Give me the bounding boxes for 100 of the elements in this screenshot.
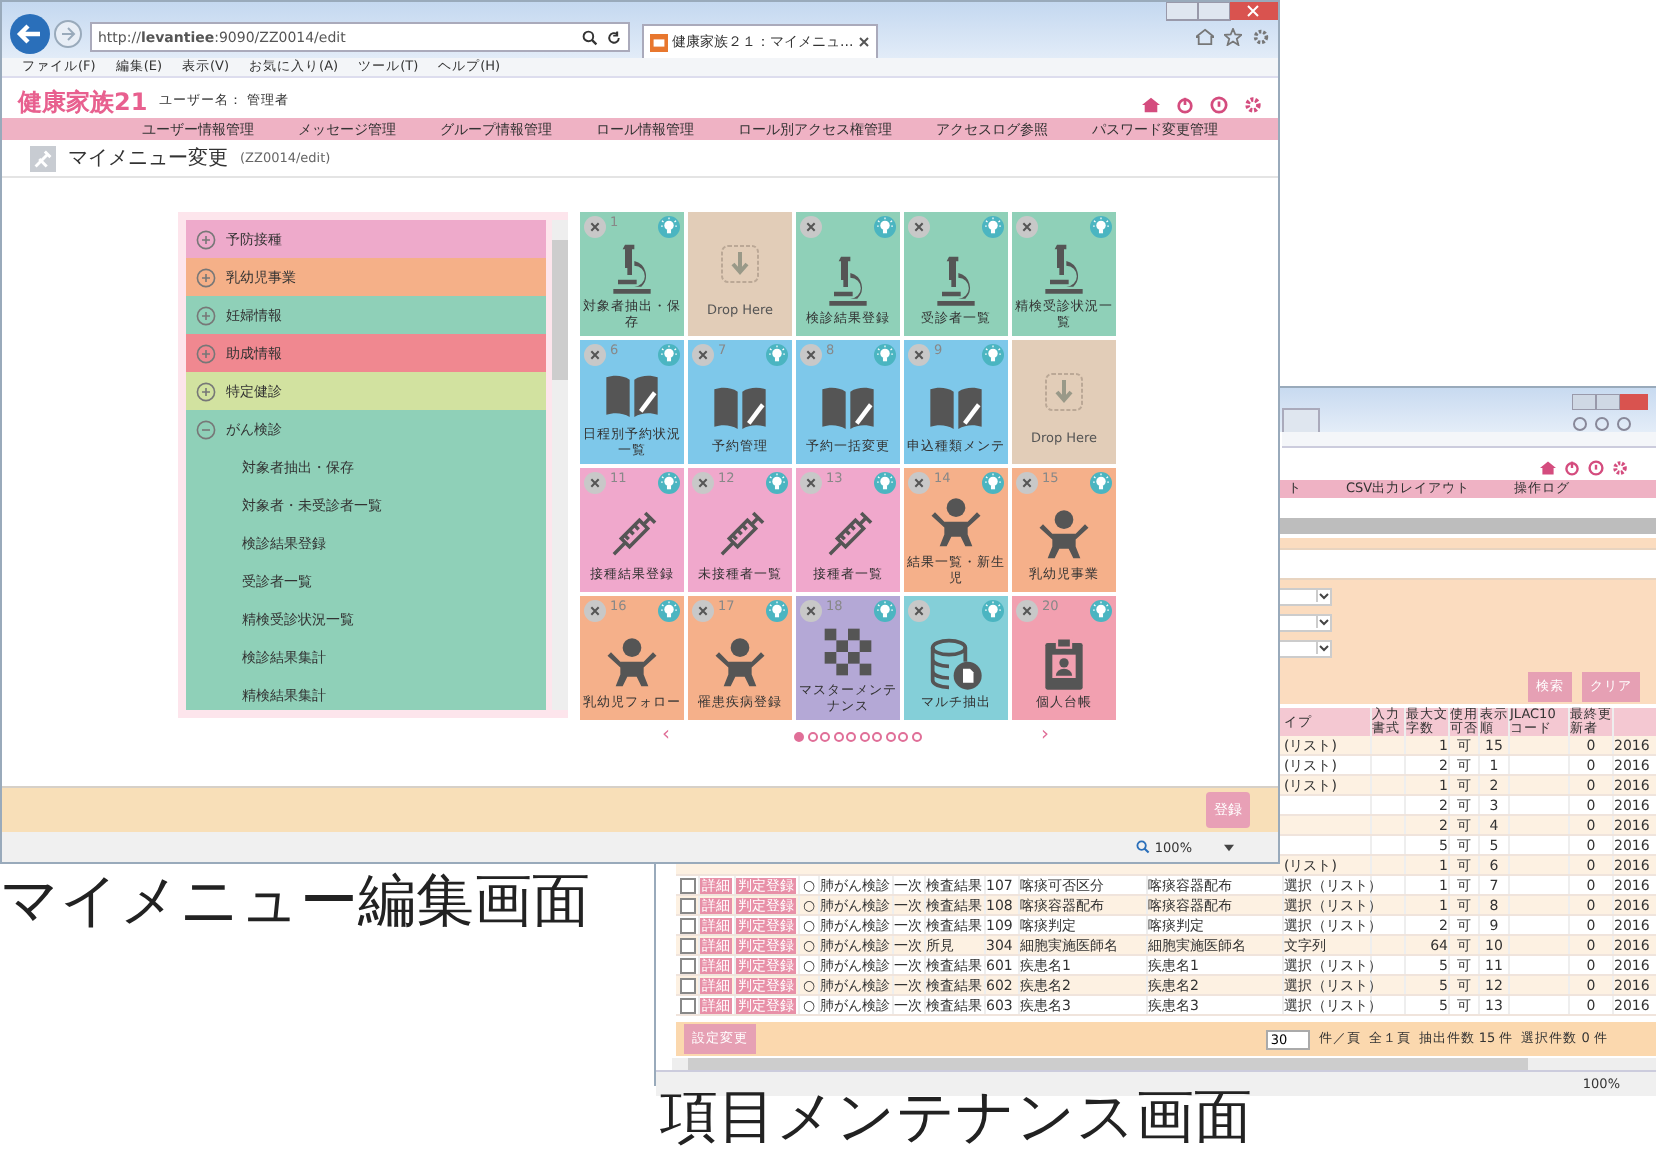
lightbulb-icon[interactable] — [874, 344, 896, 366]
remove-icon[interactable] — [584, 600, 606, 622]
remove-icon[interactable] — [584, 216, 606, 238]
caret-icon[interactable] — [1316, 616, 1330, 628]
remove-icon[interactable] — [908, 600, 930, 622]
expand-icon[interactable] — [196, 305, 216, 325]
database-icon — [928, 636, 984, 692]
settings-icon[interactable] — [1252, 28, 1270, 46]
star-icon[interactable] — [1224, 28, 1242, 46]
page-dot[interactable] — [911, 731, 921, 741]
lightbulb-icon[interactable] — [658, 344, 680, 366]
remove-icon[interactable] — [908, 216, 930, 238]
row-checkbox[interactable] — [679, 977, 695, 993]
remove-icon[interactable] — [584, 344, 606, 366]
dropdown-field[interactable] — [1276, 588, 1332, 606]
lightbulb-icon[interactable] — [658, 600, 680, 622]
forward-icon[interactable] — [54, 20, 82, 48]
remove-icon[interactable] — [1016, 600, 1038, 622]
help-icon[interactable] — [1588, 460, 1604, 476]
row-checkbox[interactable] — [679, 937, 695, 953]
remove-icon[interactable] — [800, 344, 822, 366]
search-icon[interactable] — [582, 29, 598, 45]
caption: マイメニュー編集画面 — [0, 872, 590, 930]
tools-icon — [30, 145, 56, 171]
remove-icon[interactable] — [692, 472, 714, 494]
lightbulb-icon[interactable] — [982, 344, 1004, 366]
caret-icon[interactable] — [1316, 642, 1330, 654]
dropdown-field[interactable] — [1276, 614, 1332, 632]
caret-icon[interactable] — [1224, 843, 1234, 851]
power-icon[interactable] — [1176, 96, 1194, 114]
close-icon[interactable] — [857, 36, 870, 48]
home-icon[interactable] — [1540, 460, 1556, 476]
power-icon[interactable] — [1564, 460, 1580, 476]
home-icon[interactable] — [1196, 28, 1214, 46]
lightbulb-icon[interactable] — [1090, 472, 1112, 494]
remove-icon[interactable] — [800, 472, 822, 494]
zoom-icon[interactable] — [1136, 840, 1151, 854]
remove-icon[interactable] — [1016, 216, 1038, 238]
home-icon[interactable] — [1142, 96, 1160, 114]
lightbulb-icon[interactable] — [874, 216, 896, 238]
lightbulb-icon[interactable] — [982, 472, 1004, 494]
app-logo: 健康家族21 — [18, 90, 148, 114]
window-controls-icon[interactable] — [1166, 2, 1278, 22]
page-dot[interactable] — [794, 731, 804, 741]
baby-icon — [1036, 508, 1092, 564]
row-checkbox[interactable] — [679, 957, 695, 973]
baby-icon — [604, 636, 660, 692]
remove-icon[interactable] — [584, 472, 606, 494]
caption: 項目メンテナンス画面 — [660, 1088, 1252, 1146]
row-checkbox[interactable] — [679, 997, 695, 1013]
page-dot[interactable] — [807, 731, 817, 741]
lightbulb-icon[interactable] — [766, 344, 788, 366]
vertical-scrollbar[interactable] — [552, 220, 568, 710]
remove-icon[interactable] — [692, 344, 714, 366]
lightbulb-icon[interactable] — [1090, 216, 1112, 238]
browser-toolbar-icon[interactable] — [1572, 416, 1632, 432]
page-dot[interactable] — [846, 731, 856, 741]
settings-icon[interactable] — [1612, 460, 1628, 476]
remove-icon[interactable] — [800, 600, 822, 622]
row-checkbox[interactable] — [679, 897, 695, 913]
row-checkbox[interactable] — [679, 877, 695, 893]
page-dot[interactable] — [820, 731, 830, 741]
dropdown-field[interactable] — [1276, 640, 1332, 658]
remove-icon[interactable] — [692, 600, 714, 622]
remove-icon[interactable] — [1016, 472, 1038, 494]
settings-icon[interactable] — [1244, 96, 1262, 114]
page-dot[interactable] — [859, 731, 869, 741]
browser-tab[interactable] — [1282, 408, 1320, 434]
lightbulb-icon[interactable] — [658, 216, 680, 238]
lightbulb-icon[interactable] — [1090, 600, 1112, 622]
search-field[interactable] — [1276, 548, 1656, 580]
row-checkbox[interactable] — [679, 917, 695, 933]
collapse-icon[interactable] — [196, 419, 216, 439]
page-dot[interactable] — [898, 731, 908, 741]
back-icon[interactable] — [10, 14, 50, 54]
help-icon[interactable] — [1210, 96, 1228, 114]
expand-icon[interactable] — [196, 343, 216, 363]
window-controls-icon[interactable] — [1572, 394, 1648, 410]
site-logo-icon — [650, 33, 668, 51]
lightbulb-icon[interactable] — [874, 600, 896, 622]
remove-icon[interactable] — [908, 472, 930, 494]
expand-icon[interactable] — [196, 229, 216, 249]
page-dot[interactable] — [833, 731, 843, 741]
expand-icon[interactable] — [196, 267, 216, 287]
caret-icon[interactable] — [1316, 590, 1330, 602]
baby-icon — [712, 636, 768, 692]
lightbulb-icon[interactable] — [766, 600, 788, 622]
page-dot[interactable] — [885, 731, 895, 741]
lightbulb-icon[interactable] — [766, 472, 788, 494]
remove-icon[interactable] — [908, 344, 930, 366]
lightbulb-icon[interactable] — [874, 472, 896, 494]
remove-icon[interactable] — [800, 216, 822, 238]
horizontal-scrollbar[interactable] — [672, 1058, 1656, 1070]
lightbulb-icon[interactable] — [982, 216, 1004, 238]
lightbulb-icon[interactable] — [658, 472, 680, 494]
refresh-icon[interactable] — [606, 29, 622, 45]
expand-icon[interactable] — [196, 381, 216, 401]
checkerboard-icon — [820, 624, 876, 681]
page-dot[interactable] — [872, 731, 882, 741]
lightbulb-icon[interactable] — [982, 600, 1004, 622]
